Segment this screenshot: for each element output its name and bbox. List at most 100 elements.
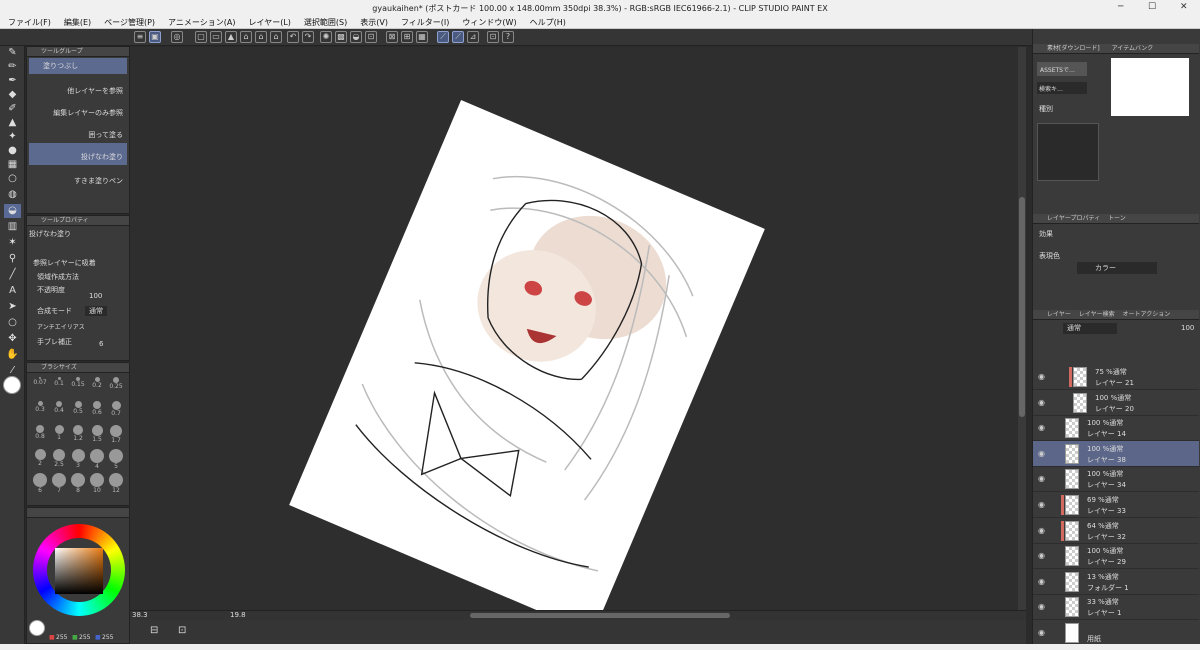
- hand-icon[interactable]: ✋: [4, 348, 21, 362]
- navigator-icon[interactable]: ⊟: [150, 625, 158, 636]
- menu-selection[interactable]: 選択範囲(S): [296, 14, 352, 28]
- ref-layer-checkbox[interactable]: 参照レイヤーに吸着: [33, 258, 96, 268]
- export-icon[interactable]: ⌂: [240, 31, 252, 43]
- tone-tab[interactable]: トーン: [1108, 215, 1126, 222]
- close-button[interactable]: ✕: [1180, 2, 1188, 12]
- brush-size-option[interactable]: 6: [31, 473, 49, 495]
- brush-size-option[interactable]: 0.2: [88, 377, 106, 399]
- layer-tab[interactable]: レイヤー: [1047, 311, 1071, 318]
- move-layer-icon[interactable]: ✥: [4, 332, 21, 346]
- blend-icon[interactable]: ✦: [4, 130, 21, 144]
- menu-help[interactable]: ヘルプ(H): [522, 14, 571, 28]
- canvas-area[interactable]: [130, 47, 1020, 610]
- menu-file[interactable]: ファイル(F): [0, 14, 56, 28]
- assets-button[interactable]: ASSETSで…: [1037, 62, 1087, 76]
- eye-icon[interactable]: ◉: [1038, 500, 1045, 509]
- new-file-icon[interactable]: ▢: [195, 31, 207, 43]
- menu-view[interactable]: 表示(V): [352, 14, 393, 28]
- canvas-icon[interactable]: ▣: [149, 31, 161, 43]
- material-tab[interactable]: 素材[ダウンロード]: [1047, 45, 1100, 52]
- pencil-icon[interactable]: ✏: [4, 60, 21, 74]
- brush-size-option[interactable]: 0.15: [69, 377, 87, 399]
- horizontal-scroll-thumb[interactable]: [470, 613, 730, 618]
- loading-icon[interactable]: ✺: [320, 31, 332, 43]
- deselect-icon[interactable]: ⊠: [386, 31, 398, 43]
- layer-row[interactable]: ◉ 用紙: [1033, 620, 1199, 644]
- help-icon[interactable]: ?: [502, 31, 514, 43]
- layer-row[interactable]: ◉ 69 %通常 レイヤー 33: [1033, 492, 1199, 518]
- snap-ruler-icon[interactable]: ⟋: [437, 31, 449, 43]
- layer-row[interactable]: ◉ 100 %通常 レイヤー 20: [1033, 390, 1199, 416]
- transform-icon[interactable]: ⊡: [365, 31, 377, 43]
- drop-icon[interactable]: ●: [4, 144, 21, 158]
- pen-icon[interactable]: ✎: [4, 46, 21, 60]
- brush-size-option[interactable]: 1.5: [88, 425, 106, 447]
- text-icon[interactable]: A: [4, 284, 21, 298]
- menu-filter[interactable]: フィルター(I): [393, 14, 454, 28]
- eraser-icon[interactable]: ◆: [4, 88, 21, 102]
- brush-size-option[interactable]: 0.6: [88, 401, 106, 423]
- zoom-value[interactable]: 38.3: [132, 611, 148, 619]
- eye-icon[interactable]: ◉: [1038, 577, 1045, 586]
- operation-icon[interactable]: ➤: [4, 300, 21, 314]
- figure-icon[interactable]: ○: [4, 172, 21, 186]
- layer-row[interactable]: ◉ 100 %通常 レイヤー 38: [1033, 440, 1199, 467]
- target-icon[interactable]: ◎: [171, 31, 183, 43]
- opacity-value[interactable]: 100: [89, 292, 102, 300]
- brush-size-option[interactable]: 0.1: [50, 377, 68, 399]
- eye-icon[interactable]: ◉: [1038, 526, 1045, 535]
- layer-property-tab[interactable]: レイヤープロパティ: [1047, 215, 1100, 222]
- layer-row[interactable]: ◉ 100 %通常 レイヤー 29: [1033, 543, 1199, 570]
- clip-icon[interactable]: ⌂: [255, 31, 267, 43]
- redo-icon[interactable]: ↷: [302, 31, 314, 43]
- eye-icon[interactable]: ◉: [1038, 372, 1045, 381]
- layer-row[interactable]: ◉ 33 %通常 レイヤー 1: [1033, 594, 1199, 621]
- search-icon[interactable]: ⚲: [4, 252, 21, 266]
- brush-size-option[interactable]: 3: [69, 449, 87, 471]
- brush-icon[interactable]: ✒: [4, 74, 21, 88]
- lasso-fill-icon[interactable]: ◍: [4, 188, 21, 202]
- vertical-scrollbar[interactable]: [1018, 47, 1026, 610]
- brush-size-option[interactable]: 1.2: [69, 425, 87, 447]
- brush-size-option[interactable]: 2.5: [50, 449, 68, 471]
- brush-size-option[interactable]: 5: [107, 449, 125, 471]
- material-search-input[interactable]: 検索キ…: [1037, 82, 1087, 94]
- menu-layer[interactable]: レイヤー(L): [240, 14, 295, 28]
- brush-size-option[interactable]: 10: [88, 473, 106, 495]
- invert-icon[interactable]: ▦: [416, 31, 428, 43]
- menu-edit[interactable]: 編集(E): [56, 14, 96, 28]
- layer-opacity-value[interactable]: 100: [1181, 324, 1194, 332]
- eye-icon[interactable]: ◉: [1038, 449, 1045, 458]
- maximize-button[interactable]: ☐: [1148, 2, 1156, 12]
- auto-action-tab[interactable]: オートアクション: [1123, 311, 1171, 318]
- eye-icon[interactable]: ◉: [1038, 628, 1045, 637]
- layer-row[interactable]: ◉ 75 %通常 レイヤー 21: [1033, 364, 1199, 390]
- subtool-edit-layer[interactable]: 編集レイヤーのみ参照: [29, 99, 127, 121]
- eye-icon[interactable]: ◉: [1038, 423, 1045, 432]
- eye-icon[interactable]: ◉: [1038, 398, 1045, 407]
- brush-size-option[interactable]: 2: [31, 449, 49, 471]
- menu-window[interactable]: ウィンドウ(W): [454, 14, 521, 28]
- current-color-swatch[interactable]: [29, 620, 45, 636]
- share-icon[interactable]: ⌂: [270, 31, 282, 43]
- brush-size-option[interactable]: 0.5: [69, 401, 87, 423]
- balloon-icon[interactable]: ○: [4, 316, 21, 330]
- brush-size-option[interactable]: 0.3: [31, 401, 49, 423]
- color-mode-select[interactable]: カラー: [1077, 262, 1157, 274]
- eye-icon[interactable]: ◉: [1038, 474, 1045, 483]
- item-bank-tab[interactable]: アイテムバンク: [1112, 45, 1154, 52]
- layer-blend-select[interactable]: 通常: [1063, 323, 1117, 334]
- brush-size-option[interactable]: 12: [107, 473, 125, 495]
- layer-row[interactable]: ◉ 100 %通常 レイヤー 14: [1033, 415, 1199, 442]
- fill-icon[interactable]: ◒: [350, 31, 362, 43]
- brush-size-option[interactable]: 0.7: [107, 401, 125, 423]
- fill-icon[interactable]: ◒: [4, 204, 21, 218]
- brush-size-option[interactable]: 8: [69, 473, 87, 495]
- main-color-swatch[interactable]: [3, 376, 21, 394]
- eye-icon[interactable]: ◉: [1038, 551, 1045, 560]
- brush-size-option[interactable]: 4: [88, 449, 106, 471]
- layer-row[interactable]: ◉ 13 %通常 フォルダー 1: [1033, 569, 1199, 595]
- clear-icon[interactable]: ▩: [335, 31, 347, 43]
- layer-row[interactable]: ◉ 100 %通常 レイヤー 34: [1033, 466, 1199, 493]
- minimize-button[interactable]: ─: [1118, 2, 1123, 12]
